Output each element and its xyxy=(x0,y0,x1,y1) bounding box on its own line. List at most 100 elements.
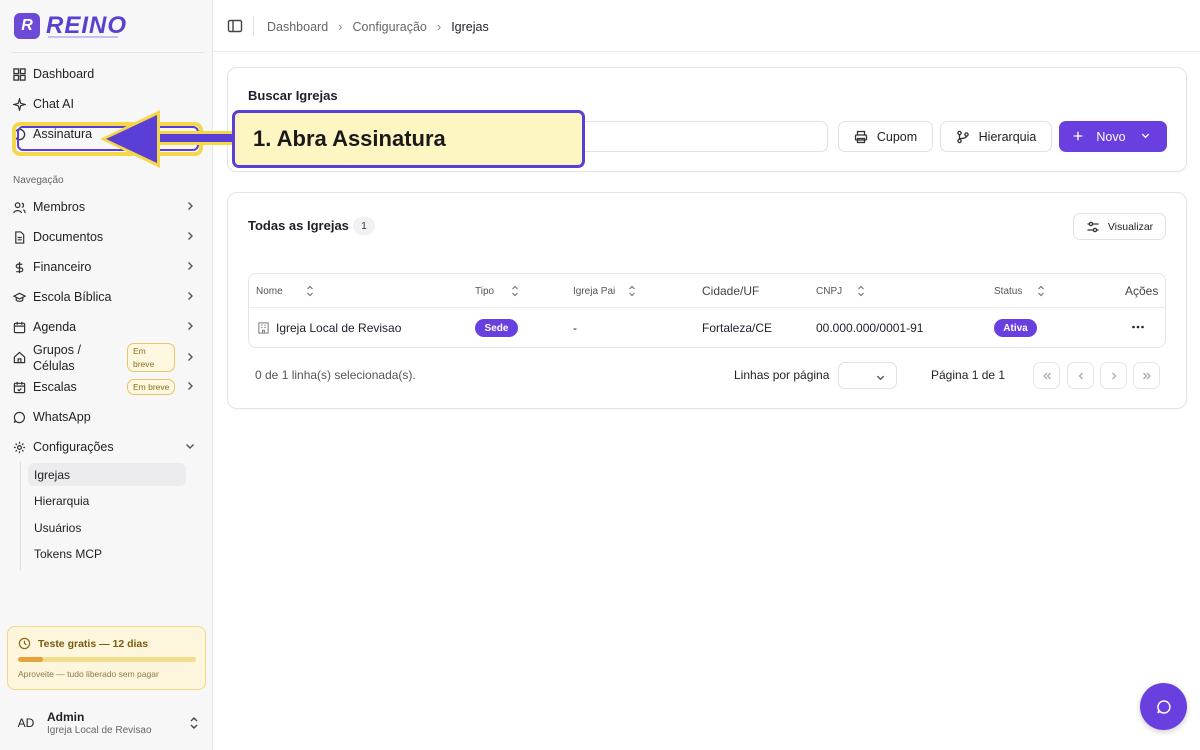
trial-progress-fill xyxy=(18,657,43,662)
sidebar-divider xyxy=(12,52,204,53)
column-header-status[interactable]: Status xyxy=(994,285,1046,297)
user-menu[interactable]: AD Admin Igreja Local de Revisao xyxy=(12,708,202,738)
cupom-button[interactable]: Cupom xyxy=(838,121,933,152)
more-actions-icon[interactable] xyxy=(1131,320,1145,334)
hierarquia-button[interactable]: Hierarquia xyxy=(940,121,1052,152)
topbar: Dashboard › Configuração › Igrejas xyxy=(213,0,1200,52)
list-card-title: Todas as Igrejas xyxy=(248,218,349,233)
submenu-item-igrejas[interactable]: Igrejas xyxy=(34,468,70,482)
chevrons-up-down-icon xyxy=(188,716,200,730)
logo-mark-icon: R xyxy=(14,13,40,39)
trial-note: Aproveite — tudo liberado sem pagar xyxy=(18,669,159,679)
visualizar-button[interactable]: Visualizar xyxy=(1073,213,1166,240)
sidebar-item-label: Dashboard xyxy=(33,67,95,81)
submenu-item-tokens-mcp[interactable]: Tokens MCP xyxy=(34,547,102,561)
sidebar-item-label-line2: Células xyxy=(33,359,75,373)
chevron-right-icon xyxy=(184,260,196,272)
chat-button[interactable] xyxy=(1140,683,1187,730)
visualizar-button-label: Visualizar xyxy=(1107,220,1154,233)
sidebar-item-label-group: Grupos / Células xyxy=(33,342,81,374)
rows-per-page-select[interactable] xyxy=(838,362,897,389)
novo-button[interactable]: Novo xyxy=(1059,121,1167,152)
home-icon xyxy=(12,350,26,364)
cupom-button-label: Cupom xyxy=(876,129,918,144)
breadcrumb: Dashboard › Configuração › Igrejas xyxy=(267,19,489,34)
hierarquia-button-label: Hierarquia xyxy=(978,129,1037,144)
sliders-icon xyxy=(1086,220,1100,234)
badge-line2: breve xyxy=(133,359,155,369)
chevron-down-icon xyxy=(1140,130,1154,144)
column-header-nome[interactable]: Nome xyxy=(256,285,315,297)
chevrons-right-icon xyxy=(1142,372,1151,379)
column-header-igreja-pai[interactable]: Igreja Pai xyxy=(573,285,637,297)
chevron-right-icon xyxy=(184,380,196,392)
avatar: AD xyxy=(17,716,35,730)
message-circle-icon xyxy=(1156,699,1171,714)
cell-nome[interactable]: Igreja Local de Revisao xyxy=(276,321,401,335)
user-name: Admin xyxy=(47,710,85,724)
sidebar-item-agenda[interactable]: Agenda xyxy=(12,315,202,339)
breadcrumb-separator-icon: › xyxy=(436,19,442,34)
chevron-right-icon xyxy=(184,290,196,302)
sidebar-item-label: Escalas xyxy=(33,380,77,394)
coming-soon-badge: Em breve xyxy=(127,379,176,395)
chevron-down-icon xyxy=(184,440,196,452)
sidebar-item-configuracoes[interactable]: Configurações xyxy=(12,435,202,459)
users-icon xyxy=(12,200,26,214)
chevrons-left-icon xyxy=(1042,372,1051,379)
next-page-button[interactable] xyxy=(1100,362,1127,389)
sort-icon xyxy=(510,285,520,297)
chevron-right-icon xyxy=(184,230,196,242)
table-row[interactable]: Igreja Local de Revisao Sede - Fortaleza… xyxy=(249,308,1165,347)
previous-page-button[interactable] xyxy=(1067,362,1094,389)
page-info: Página 1 de 1 xyxy=(931,368,1006,382)
trial-title: Teste gratis — 12 dias xyxy=(38,638,149,650)
calendar-icon xyxy=(12,320,26,334)
building-icon xyxy=(257,321,270,334)
cell-cidade: Fortaleza/CE xyxy=(702,321,773,335)
sidebar-item-dashboard[interactable]: Dashboard xyxy=(12,62,202,86)
cell-igreja-pai: - xyxy=(573,321,577,335)
trial-banner[interactable]: Teste gratis — 12 dias Aproveite — tudo … xyxy=(7,626,206,690)
sidebar-item-label: Documentos xyxy=(33,230,104,244)
sidebar-item-financeiro[interactable]: Financeiro xyxy=(12,255,202,279)
user-org: Igreja Local de Revisao xyxy=(47,725,152,736)
sidebar-item-label: Chat AI xyxy=(33,97,74,111)
chevron-right-icon xyxy=(184,320,196,332)
last-page-button[interactable] xyxy=(1133,362,1160,389)
sidebar-item-label: Grupos / xyxy=(33,343,81,357)
clock-icon xyxy=(18,637,31,650)
chevron-right-icon xyxy=(184,351,196,363)
git-branch-icon xyxy=(956,130,970,144)
chevron-left-icon xyxy=(1078,372,1083,379)
submenu-guide-line xyxy=(20,462,21,570)
gear-icon xyxy=(12,440,26,454)
churches-table: Nome Tipo Igreja Pai Cidade/UF CNPJ Stat… xyxy=(248,273,1166,348)
sidebar-item-label: Escola Bíblica xyxy=(33,290,112,304)
breadcrumb-item-current: Igrejas xyxy=(451,19,489,34)
sidebar-item-whatsapp[interactable]: WhatsApp xyxy=(12,405,202,429)
submenu-item-usuarios[interactable]: Usuários xyxy=(34,521,81,535)
sidebar-item-label: Configurações xyxy=(33,440,114,454)
first-page-button[interactable] xyxy=(1033,362,1060,389)
column-label: Igreja Pai xyxy=(573,285,616,297)
sidebar-item-escola-biblica[interactable]: Escola Bíblica xyxy=(12,285,202,309)
column-header-cnpj[interactable]: CNPJ xyxy=(816,285,866,297)
column-header-acoes: Ações xyxy=(1125,284,1159,298)
breadcrumb-separator-icon: › xyxy=(338,19,343,34)
sidebar-item-membros[interactable]: Membros xyxy=(12,195,202,219)
breadcrumb-item-dashboard[interactable]: Dashboard xyxy=(267,20,328,34)
sidebar-item-label: Agenda xyxy=(33,320,77,334)
topbar-divider xyxy=(253,16,254,36)
breadcrumb-item-configuracao[interactable]: Configuração xyxy=(353,20,427,34)
column-header-cidade-uf: Cidade/UF xyxy=(702,284,760,298)
badge-line1: Em xyxy=(133,346,146,356)
sidebar-item-documentos[interactable]: Documentos xyxy=(12,225,202,249)
document-icon xyxy=(12,230,26,244)
submenu-item-hierarquia[interactable]: Hierarquia xyxy=(34,494,89,508)
column-header-tipo[interactable]: Tipo xyxy=(475,285,520,297)
sidebar-item-label: Membros xyxy=(33,200,86,214)
toggle-sidebar-icon[interactable] xyxy=(227,18,243,34)
coming-soon-badge: Em breve xyxy=(127,343,175,372)
count-badge: 1 xyxy=(353,217,375,235)
